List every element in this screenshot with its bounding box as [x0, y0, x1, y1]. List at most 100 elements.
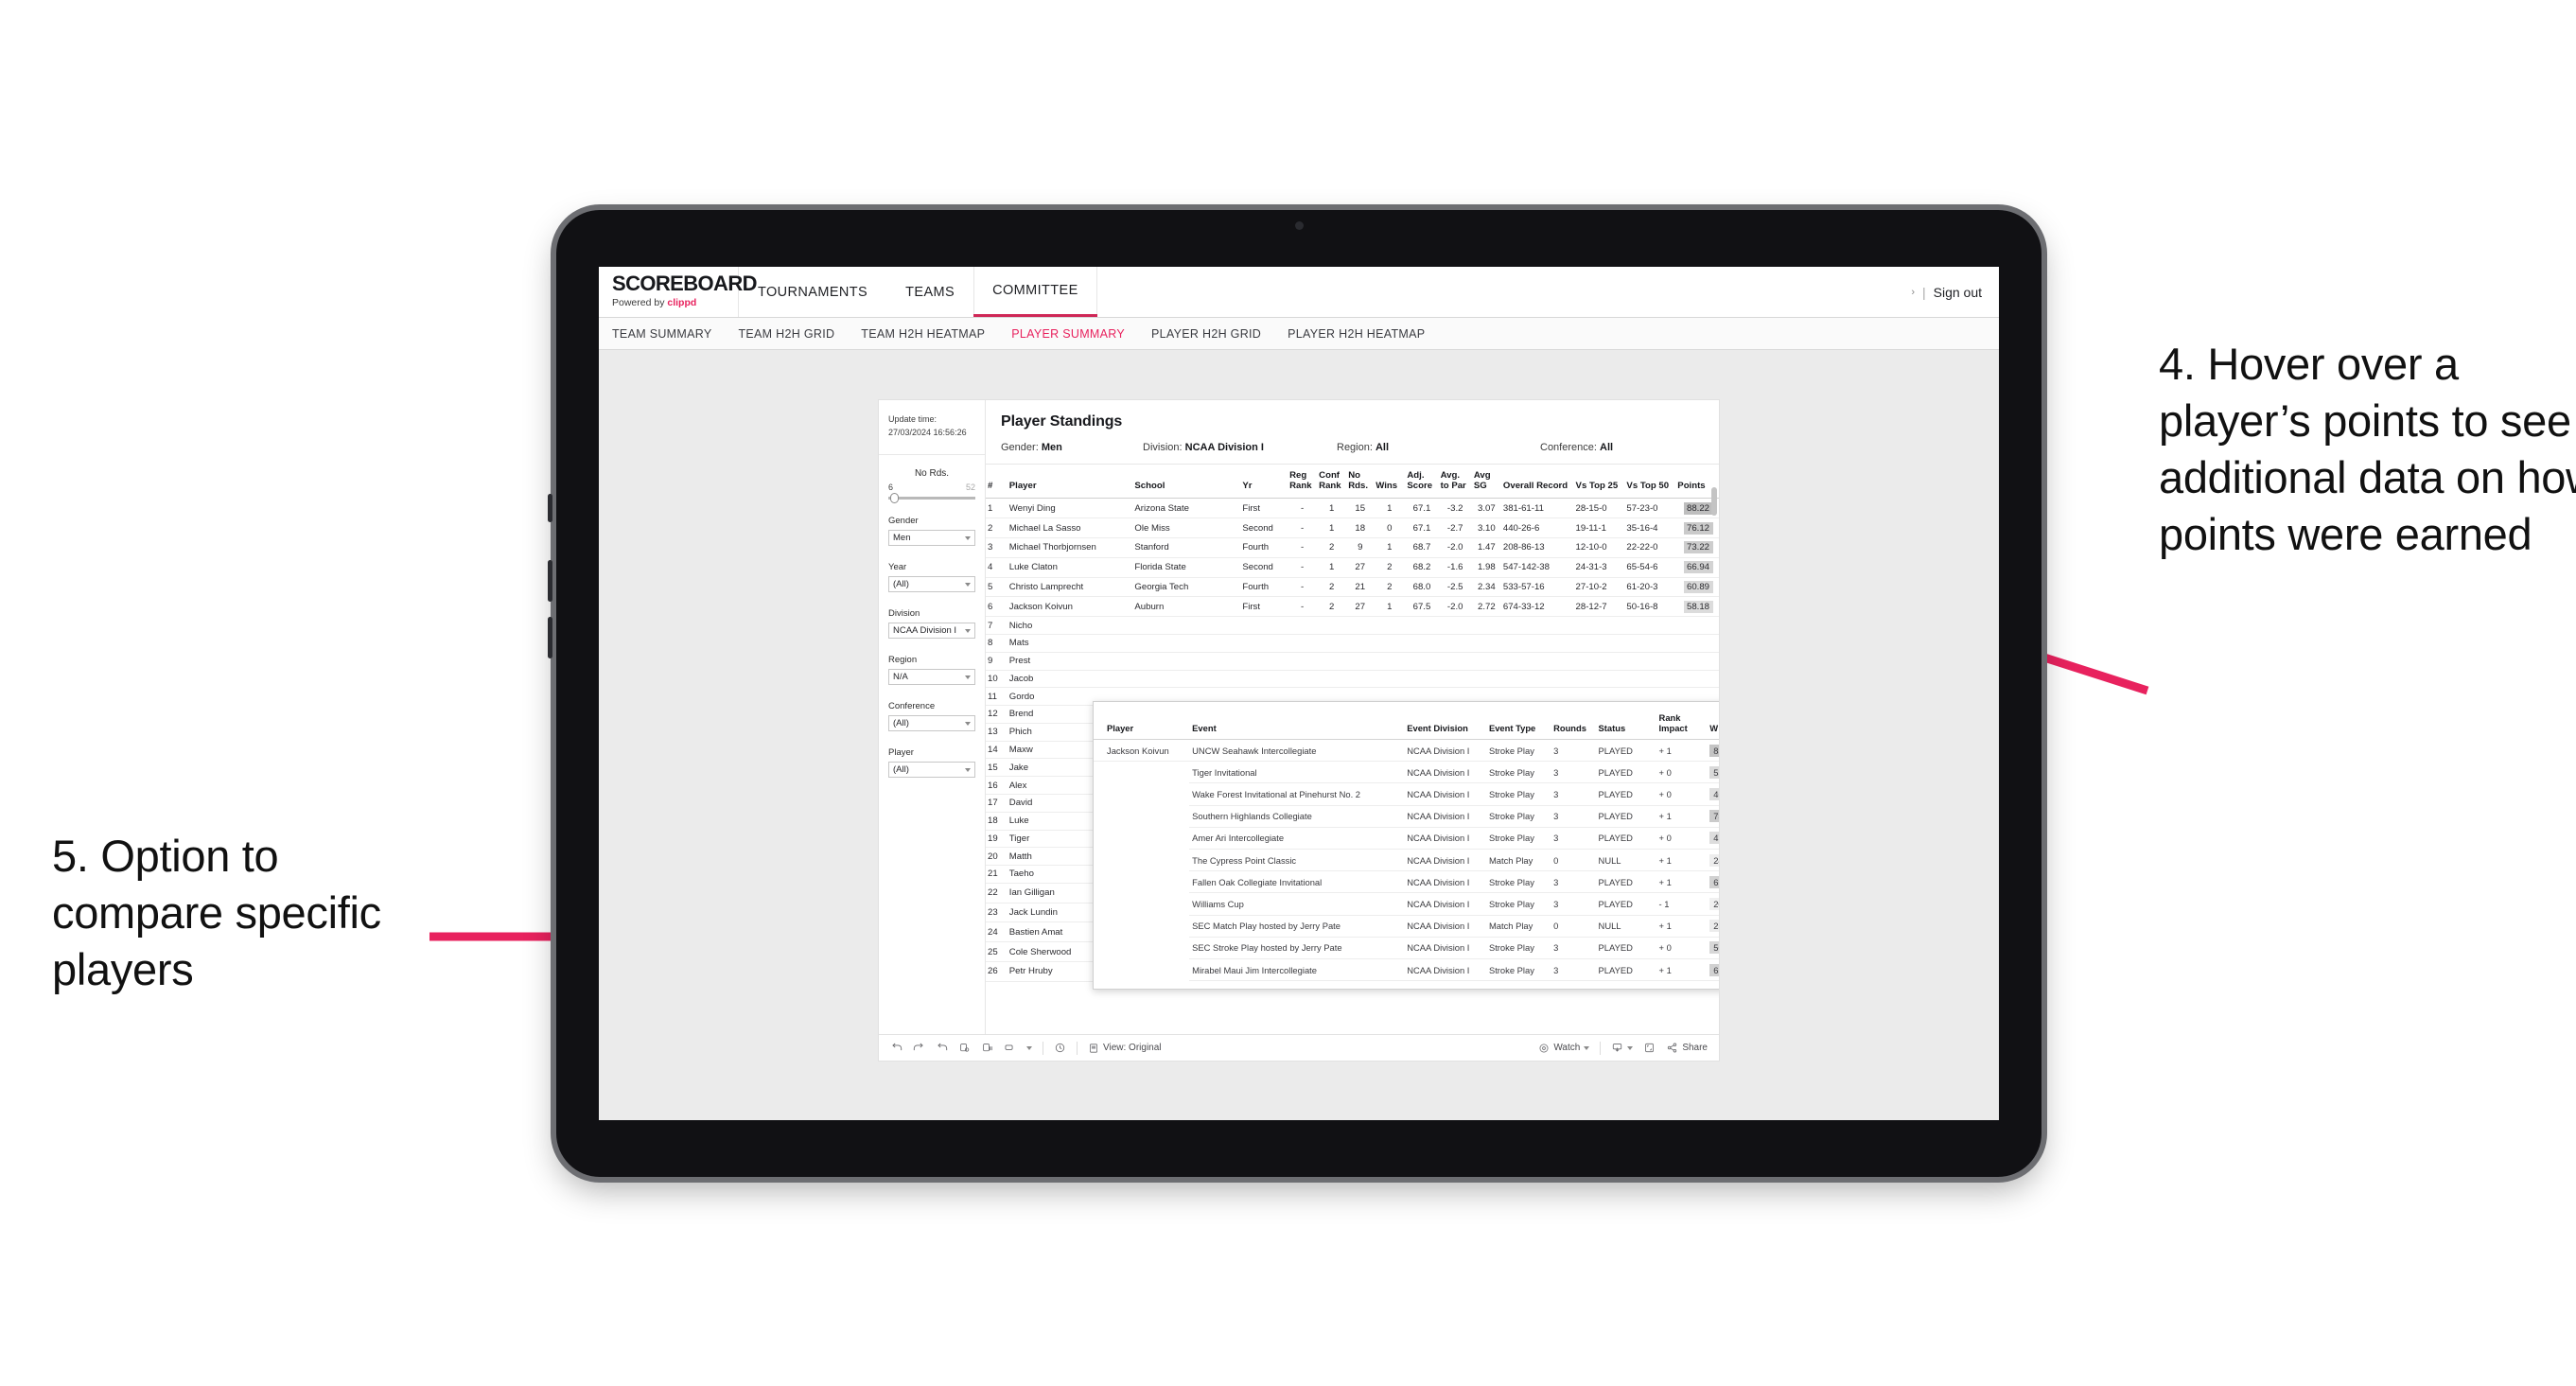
- filter-division-label: Division: [888, 608, 920, 619]
- share-icon: [1668, 1043, 1677, 1053]
- subnav-item-team-h2h-grid[interactable]: TEAM H2H GRID: [738, 327, 834, 341]
- cell-conf: [1317, 634, 1347, 653]
- col-overall-record[interactable]: Overall Record: [1500, 465, 1574, 500]
- points-value[interactable]: 76.12: [1683, 521, 1713, 535]
- download-icon: [1613, 1044, 1622, 1052]
- redo-icon[interactable]: [913, 1042, 925, 1054]
- table-row[interactable]: 1 Wenyi Ding Arizona State First -1 15 1 67.1 -3…: [986, 498, 1719, 519]
- cell-n: 1: [986, 498, 1008, 519]
- col-adj-score[interactable]: Adj. Score: [1405, 465, 1439, 500]
- tooltip-cell-impact: + 0: [1656, 937, 1708, 959]
- refresh-data-icon[interactable]: [958, 1042, 971, 1054]
- topnav-item-teams[interactable]: TEAMS: [886, 267, 973, 317]
- tooltip-cell-type: Stroke Play: [1485, 892, 1551, 916]
- table-row[interactable]: 5 Christo Lamprecht Georgia Tech Fourth -2 21…: [986, 577, 1719, 598]
- topnav-item-tournaments[interactable]: TOURNAMENTS: [739, 267, 886, 317]
- view-original-button[interactable]: View: Original: [1088, 1043, 1162, 1054]
- table-row[interactable]: 8 Mats: [986, 634, 1719, 653]
- cell-rds: 21: [1346, 577, 1375, 598]
- cell-player: Nicho: [1007, 616, 1133, 635]
- points-value[interactable]: 88.22: [1683, 501, 1713, 515]
- cell-n: 3: [986, 537, 1008, 558]
- tablet-button-top: [548, 494, 552, 522]
- points-value[interactable]: 58.18: [1683, 600, 1713, 613]
- cell-points: 76.12: [1675, 518, 1719, 539]
- fullscreen-icon[interactable]: [1643, 1042, 1656, 1054]
- tooltip-row: Mirabel Maui Jim Intercollegiate NCAA Div…: [1094, 958, 1719, 982]
- tooltip-cell-impact: + 0: [1656, 827, 1708, 851]
- filter-conference-select[interactable]: (All): [888, 715, 975, 731]
- custom-views-icon[interactable]: [1004, 1042, 1016, 1054]
- table-row[interactable]: 2 Michael La Sasso Ole Miss Second -1 18 0 67.1…: [986, 518, 1719, 539]
- cell-sg: 3.10: [1471, 518, 1501, 539]
- col-avg-to-par[interactable]: Avg. to Par: [1438, 465, 1472, 500]
- table-row[interactable]: 10 Jacob: [986, 670, 1719, 689]
- table-row[interactable]: 7 Nicho: [986, 616, 1719, 635]
- chevron-down-icon: [965, 767, 971, 772]
- subnav-item-player-h2h-heatmap[interactable]: PLAYER H2H HEATMAP: [1288, 327, 1425, 341]
- tooltip-cell-status: PLAYED: [1595, 739, 1656, 763]
- cell-conf: [1317, 652, 1347, 671]
- tooltip-cell-event: Southern Highlands Collegiate: [1189, 805, 1405, 828]
- pause-updates-icon[interactable]: [981, 1042, 993, 1054]
- col-vs-top-25[interactable]: Vs Top 25: [1573, 465, 1625, 500]
- col-wins[interactable]: Wins: [1374, 465, 1406, 500]
- revert-icon[interactable]: [936, 1042, 948, 1054]
- filter-year-select[interactable]: (All): [888, 576, 975, 592]
- chevron-down-icon[interactable]: [1026, 1045, 1032, 1050]
- col-yr[interactable]: Yr: [1240, 465, 1288, 500]
- tooltip-cell-type: Stroke Play: [1485, 870, 1551, 894]
- undo-icon[interactable]: [890, 1042, 902, 1054]
- cell-sg: [1471, 652, 1501, 671]
- slider-track[interactable]: [888, 493, 975, 503]
- filter-division-select[interactable]: NCAA Division I: [888, 623, 975, 639]
- tooltip-cell-impact: + 1: [1656, 958, 1708, 982]
- cell-rds: [1346, 634, 1375, 653]
- points-value[interactable]: 60.89: [1683, 580, 1713, 593]
- filter-gender-select[interactable]: Men: [888, 530, 975, 546]
- col-no-rds[interactable]: No Rds.: [1346, 465, 1375, 500]
- cell-reg: -: [1288, 557, 1318, 578]
- points-value[interactable]: 73.22: [1683, 541, 1713, 554]
- annotation-hover-points: 4. Hover over a player’s points to see a…: [2159, 339, 2576, 560]
- brand-logo[interactable]: SCOREBOARD Powered by clippd: [599, 267, 758, 317]
- account-icon[interactable]: ›: [1911, 287, 1915, 298]
- filter-player-select[interactable]: (All): [888, 762, 975, 778]
- table-row[interactable]: 4 Luke Claton Florida State Second -1 27 2 68.2…: [986, 557, 1719, 578]
- cell-t25: 28-15-0: [1573, 498, 1625, 519]
- download-button[interactable]: [1611, 1042, 1634, 1054]
- col-player[interactable]: Player: [1007, 465, 1133, 500]
- col-avg-sg[interactable]: Avg SG: [1471, 465, 1501, 500]
- slider-handle[interactable]: [890, 493, 899, 503]
- sign-out-link[interactable]: Sign out: [1934, 285, 1982, 300]
- table-row[interactable]: 9 Prest: [986, 652, 1719, 671]
- vertical-scrollbar[interactable]: [1711, 487, 1717, 516]
- subnav-item-player-h2h-grid[interactable]: PLAYER H2H GRID: [1151, 327, 1261, 341]
- cell-par: -1.6: [1438, 557, 1472, 578]
- cell-wins: 1: [1374, 498, 1406, 519]
- cell-n: 22: [986, 883, 1008, 904]
- topnav-item-committee[interactable]: COMMITTEE: [973, 267, 1097, 317]
- col-rank[interactable]: #: [986, 465, 1008, 500]
- filter-region-select[interactable]: N/A: [888, 669, 975, 685]
- viz-content: Player Standings Gender: Men Division: N…: [986, 400, 1719, 1034]
- subnav-item-team-h2h-heatmap[interactable]: TEAM H2H HEATMAP: [861, 327, 985, 341]
- tooltip-cell-rounds: 3: [1551, 805, 1596, 828]
- summary-region: Region: All: [1337, 442, 1540, 453]
- points-value[interactable]: 66.94: [1683, 561, 1713, 574]
- col-reg-rank[interactable]: Reg Rank: [1288, 465, 1318, 500]
- watch-icon: [1539, 1044, 1549, 1052]
- share-button[interactable]: Share: [1666, 1042, 1708, 1054]
- tooltip-cell-event: SEC Match Play hosted by Jerry Pate: [1189, 915, 1405, 938]
- cell-n: 18: [986, 812, 1008, 831]
- watch-button[interactable]: Watch: [1538, 1043, 1590, 1054]
- table-row[interactable]: 3 Michael Thorbjornsen Stanford Fourth -2 9 1 6…: [986, 537, 1719, 558]
- col-conf-rank[interactable]: Conf Rank: [1317, 465, 1347, 500]
- table-row[interactable]: 6 Jackson Koivun Auburn First -2 27 1 67.5 -2.0 2…: [986, 596, 1719, 618]
- history-icon[interactable]: [1054, 1042, 1066, 1054]
- cell-school: Auburn: [1132, 596, 1241, 618]
- subnav-item-team-summary[interactable]: TEAM SUMMARY: [612, 327, 711, 341]
- subnav-item-player-summary[interactable]: PLAYER SUMMARY: [1011, 327, 1125, 341]
- col-vs-top-50[interactable]: Vs Top 50: [1624, 465, 1676, 500]
- col-school[interactable]: School: [1132, 465, 1241, 500]
